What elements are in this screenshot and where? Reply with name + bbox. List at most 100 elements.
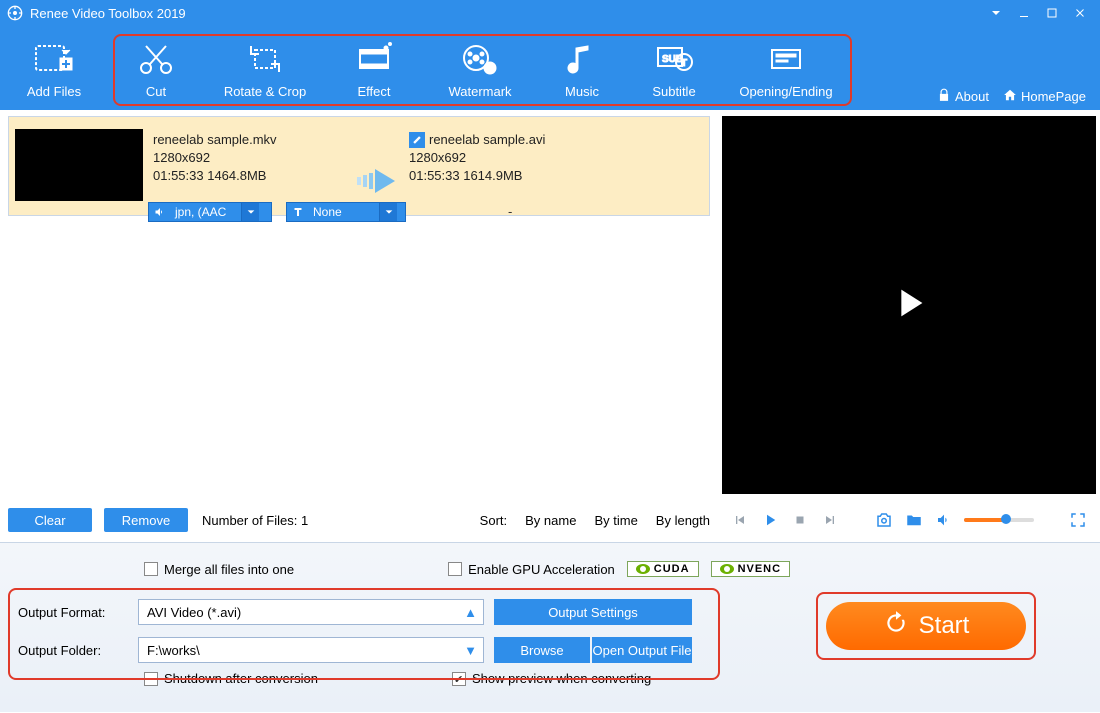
gpu-checkbox[interactable]: Enable GPU Acceleration bbox=[448, 562, 615, 577]
stop-icon[interactable] bbox=[790, 510, 810, 530]
file-count-label: Number of Files: 1 bbox=[202, 513, 308, 528]
refresh-icon bbox=[883, 610, 909, 643]
watermark-button[interactable]: Watermark bbox=[422, 38, 538, 99]
output-format-value: AVI Video (*.avi) bbox=[147, 605, 241, 620]
volume-slider[interactable] bbox=[964, 518, 1034, 522]
destination-duration-size: 01:55:33 1614.9MB bbox=[409, 167, 649, 185]
chevron-down-icon bbox=[241, 203, 259, 221]
source-duration-size: 01:55:33 1464.8MB bbox=[153, 167, 349, 185]
shutdown-checkbox[interactable]: Shutdown after conversion bbox=[144, 671, 318, 686]
play-button-icon[interactable] bbox=[760, 510, 780, 530]
sort-by-time[interactable]: By time bbox=[594, 513, 637, 528]
audio-track-selector[interactable]: jpn, (AAC bbox=[148, 202, 272, 222]
cut-label: Cut bbox=[146, 84, 166, 99]
home-icon bbox=[1003, 88, 1017, 105]
opening-ending-button[interactable]: Opening/Ending bbox=[722, 38, 850, 99]
snapshot-icon[interactable] bbox=[874, 510, 894, 530]
output-folder-combo[interactable]: F:\works\ ▼ bbox=[138, 637, 484, 663]
add-files-icon bbox=[33, 38, 75, 80]
third-track-placeholder: - bbox=[508, 204, 512, 219]
file-list: reneelab sample.mkv 1280x692 01:55:33 14… bbox=[8, 116, 710, 494]
options-row-1: Merge all files into one Enable GPU Acce… bbox=[144, 561, 1044, 577]
preview-panel[interactable] bbox=[722, 116, 1096, 494]
start-button[interactable]: Start bbox=[826, 602, 1026, 650]
music-icon bbox=[561, 38, 603, 80]
music-label: Music bbox=[565, 84, 599, 99]
volume-icon[interactable] bbox=[934, 510, 954, 530]
browse-button[interactable]: Browse bbox=[494, 637, 590, 663]
add-files-button[interactable]: Add Files bbox=[0, 38, 108, 99]
sort-label: Sort: bbox=[480, 513, 507, 528]
speaker-icon bbox=[149, 206, 171, 218]
chevron-down-icon bbox=[379, 203, 397, 221]
about-link[interactable]: About bbox=[937, 88, 989, 105]
cuda-badge: CUDA bbox=[627, 561, 699, 577]
open-folder-icon[interactable] bbox=[904, 510, 924, 530]
close-window-icon[interactable] bbox=[1066, 0, 1094, 26]
destination-info: reneelab sample.avi 1280x692 01:55:33 16… bbox=[409, 117, 649, 215]
output-format-row: Output Format: AVI Video (*.avi) ▲ Outpu… bbox=[18, 599, 692, 625]
nvenc-badge: NVENC bbox=[711, 561, 791, 577]
sort-by-name[interactable]: By name bbox=[525, 513, 576, 528]
play-icon bbox=[886, 280, 932, 331]
source-filename: reneelab sample.mkv bbox=[153, 131, 349, 149]
cut-button[interactable]: Cut bbox=[108, 38, 204, 99]
open-output-file-button[interactable]: Open Output File bbox=[592, 637, 692, 663]
merge-label: Merge all files into one bbox=[164, 562, 294, 577]
prev-icon[interactable] bbox=[730, 510, 750, 530]
sort-by-length[interactable]: By length bbox=[656, 513, 710, 528]
remove-button[interactable]: Remove bbox=[104, 508, 188, 532]
chevron-up-icon: ▲ bbox=[464, 605, 477, 620]
lock-icon bbox=[937, 88, 951, 105]
maximize-window-icon[interactable] bbox=[1038, 0, 1066, 26]
title-bar: Renee Video Toolbox 2019 bbox=[0, 0, 1100, 26]
dropdown-window-icon[interactable] bbox=[982, 0, 1010, 26]
output-folder-row: Output Folder: F:\works\ ▼ Browse Open O… bbox=[18, 637, 692, 663]
effect-button[interactable]: Effect bbox=[326, 38, 422, 99]
output-folder-label: Output Folder: bbox=[18, 643, 128, 658]
app-logo-icon bbox=[6, 4, 24, 22]
middle-section: reneelab sample.mkv 1280x692 01:55:33 14… bbox=[0, 110, 1100, 542]
gpu-label: Enable GPU Acceleration bbox=[468, 562, 615, 577]
effect-icon bbox=[353, 38, 395, 80]
cut-icon bbox=[135, 38, 177, 80]
start-label: Start bbox=[919, 612, 970, 640]
fullscreen-icon[interactable] bbox=[1068, 510, 1088, 530]
music-button[interactable]: Music bbox=[538, 38, 626, 99]
show-preview-checkbox[interactable]: Show preview when converting bbox=[452, 671, 651, 686]
svg-text:T: T bbox=[681, 58, 687, 69]
volume-fill bbox=[964, 518, 1006, 522]
destination-resolution: 1280x692 bbox=[409, 149, 649, 167]
track-selectors: jpn, (AAC None bbox=[148, 202, 406, 222]
subtitle-label: Subtitle bbox=[652, 84, 695, 99]
subtitle-icon: SUBT bbox=[653, 38, 695, 80]
clear-button[interactable]: Clear bbox=[8, 508, 92, 532]
next-icon[interactable] bbox=[820, 510, 840, 530]
output-settings-button[interactable]: Output Settings bbox=[494, 599, 692, 625]
rotate-crop-button[interactable]: Rotate & Crop bbox=[204, 38, 326, 99]
show-preview-label: Show preview when converting bbox=[472, 671, 651, 686]
file-row[interactable]: reneelab sample.mkv 1280x692 01:55:33 14… bbox=[8, 116, 710, 216]
audio-track-label: jpn, (AAC bbox=[171, 205, 241, 219]
subtitle-track-selector[interactable]: None bbox=[286, 202, 406, 222]
rotate-crop-icon bbox=[244, 38, 286, 80]
edit-icon[interactable] bbox=[409, 132, 425, 148]
rotate-crop-label: Rotate & Crop bbox=[224, 84, 306, 99]
watermark-label: Watermark bbox=[448, 84, 511, 99]
merge-checkbox[interactable]: Merge all files into one bbox=[144, 562, 294, 577]
sort-options: Sort: By name By time By length bbox=[480, 513, 710, 528]
about-label: About bbox=[955, 89, 989, 104]
homepage-link[interactable]: HomePage bbox=[1003, 88, 1086, 105]
homepage-label: HomePage bbox=[1021, 89, 1086, 104]
output-format-combo[interactable]: AVI Video (*.avi) ▲ bbox=[138, 599, 484, 625]
main-toolbar: Add Files Cut Rotate & Crop Effect Water… bbox=[0, 26, 1100, 110]
minimize-window-icon[interactable] bbox=[1010, 0, 1038, 26]
output-format-label: Output Format: bbox=[18, 605, 128, 620]
text-icon bbox=[287, 206, 309, 218]
thumbnail bbox=[15, 129, 143, 201]
chevron-down-icon: ▼ bbox=[464, 643, 477, 658]
subtitle-button[interactable]: SUBT Subtitle bbox=[626, 38, 722, 99]
subtitle-track-label: None bbox=[309, 205, 379, 219]
arrow-icon bbox=[349, 117, 409, 215]
player-controls bbox=[722, 500, 1096, 540]
